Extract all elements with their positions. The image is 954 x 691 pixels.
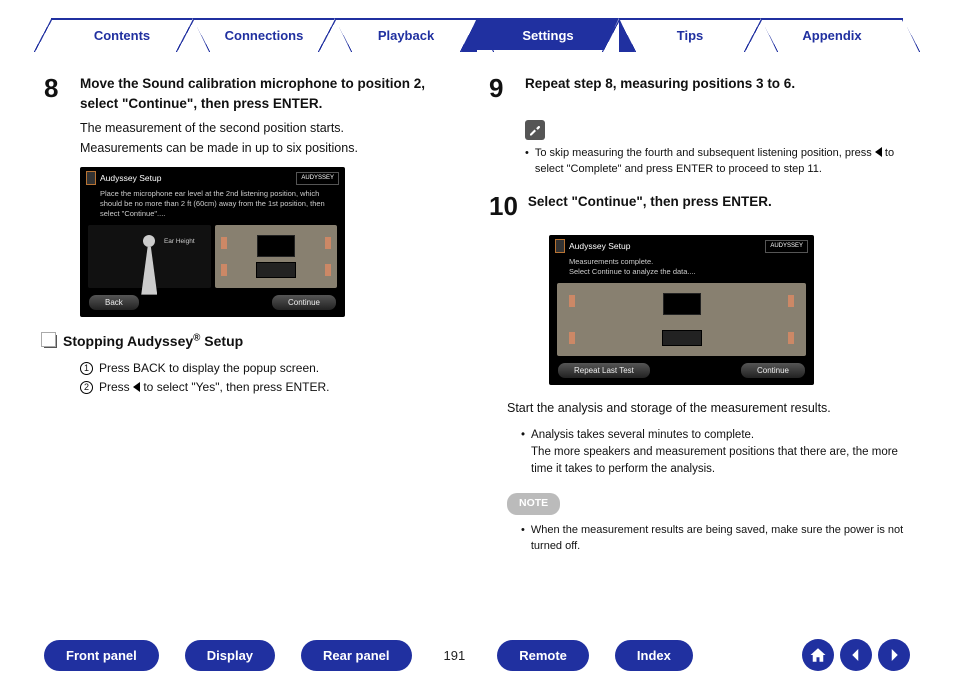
home-icon[interactable] [802, 639, 834, 671]
step-10-title: Select "Continue", then press ENTER. [528, 188, 772, 212]
speaker-icon [569, 332, 575, 344]
aud1-back-button: Back [88, 294, 140, 312]
left-triangle-icon [133, 382, 140, 392]
footer-rear-panel[interactable]: Rear panel [301, 640, 411, 671]
aud1-brand: AUDYSSEY [296, 172, 339, 185]
next-page-icon[interactable] [878, 639, 910, 671]
right-column: 9 Repeat step 8, measuring positions 3 t… [489, 70, 910, 564]
tab-appendix[interactable]: Appendix [761, 18, 903, 50]
speaker-icon [325, 264, 331, 276]
circled-1-icon: 1 [80, 362, 93, 375]
step-9-title: Repeat step 8, measuring positions 3 to … [525, 70, 795, 94]
square-bullet-icon [44, 335, 57, 348]
stopping-heading: Stopping Audyssey® Setup [44, 331, 465, 351]
aud1-text: Place the microphone ear level at the 2n… [80, 189, 345, 222]
speaker-icon [569, 295, 575, 307]
analysis-intro: Start the analysis and storage of the me… [507, 399, 910, 417]
tv-icon [663, 293, 701, 315]
step-8-body-1: The measurement of the second position s… [80, 119, 465, 137]
sofa-icon [662, 330, 702, 346]
stop-step-1: Press BACK to display the popup screen. [99, 360, 319, 377]
note-label: NOTE [507, 493, 560, 514]
aud2-continue-button: Continue [740, 362, 806, 380]
aud2-text-1: Measurements complete. [569, 257, 806, 267]
left-column: 8 Move the Sound calibration microphone … [44, 70, 465, 564]
prev-page-icon[interactable] [840, 639, 872, 671]
speaker-icon [788, 332, 794, 344]
step-10-number: 10 [489, 188, 518, 226]
aud2-title: Audyssey Setup [569, 240, 630, 252]
tab-settings[interactable]: Settings [477, 18, 619, 50]
footer-display[interactable]: Display [185, 640, 275, 671]
note-text: When the measurement results are being s… [531, 523, 910, 555]
step-9-tip: To skip measuring the fourth and subsequ… [535, 146, 910, 178]
audyssey-screenshot-2: Audyssey Setup AUDYSSEY Measurements com… [549, 235, 814, 385]
top-tabs: Contents Connections Playback Settings T… [0, 18, 954, 50]
stop-step-2: Press to select "Yes", then press ENTER. [99, 379, 330, 396]
aud2-text-2: Select Continue to analyze the data.... [569, 267, 806, 277]
tab-connections[interactable]: Connections [193, 18, 335, 50]
aud1-continue-button: Continue [271, 294, 337, 312]
speaker-icon [221, 264, 227, 276]
aud1-title: Audyssey Setup [100, 172, 161, 184]
footer-front-panel[interactable]: Front panel [44, 640, 159, 671]
tab-tips[interactable]: Tips [619, 18, 761, 50]
tab-playback[interactable]: Playback [335, 18, 477, 50]
page-number: 191 [438, 648, 472, 663]
sofa-icon [256, 262, 296, 278]
mic-icon [555, 239, 565, 253]
analysis-bullet: Analysis takes several minutes to comple… [531, 427, 910, 477]
footer-remote[interactable]: Remote [497, 640, 589, 671]
tab-contents[interactable]: Contents [51, 18, 193, 50]
left-triangle-icon [875, 147, 882, 157]
wrench-icon [525, 120, 545, 140]
audyssey-screenshot-1: Audyssey Setup AUDYSSEY Place the microp… [80, 167, 345, 317]
speaker-icon [325, 237, 331, 249]
speaker-icon [788, 295, 794, 307]
footer-index[interactable]: Index [615, 640, 693, 671]
person-icon [139, 235, 159, 295]
step-8-body-2: Measurements can be made in up to six po… [80, 139, 465, 157]
mic-icon [86, 171, 96, 185]
aud2-brand: AUDYSSEY [765, 240, 808, 253]
step-8-title: Move the Sound calibration microphone to… [80, 70, 465, 113]
speaker-icon [221, 237, 227, 249]
ear-height-label: Ear Height [164, 237, 195, 246]
step-8-number: 8 [44, 70, 70, 108]
tv-icon [257, 235, 295, 257]
aud2-repeat-button: Repeat Last Test [557, 362, 651, 380]
step-9-number: 9 [489, 70, 515, 108]
circled-2-icon: 2 [80, 381, 93, 394]
